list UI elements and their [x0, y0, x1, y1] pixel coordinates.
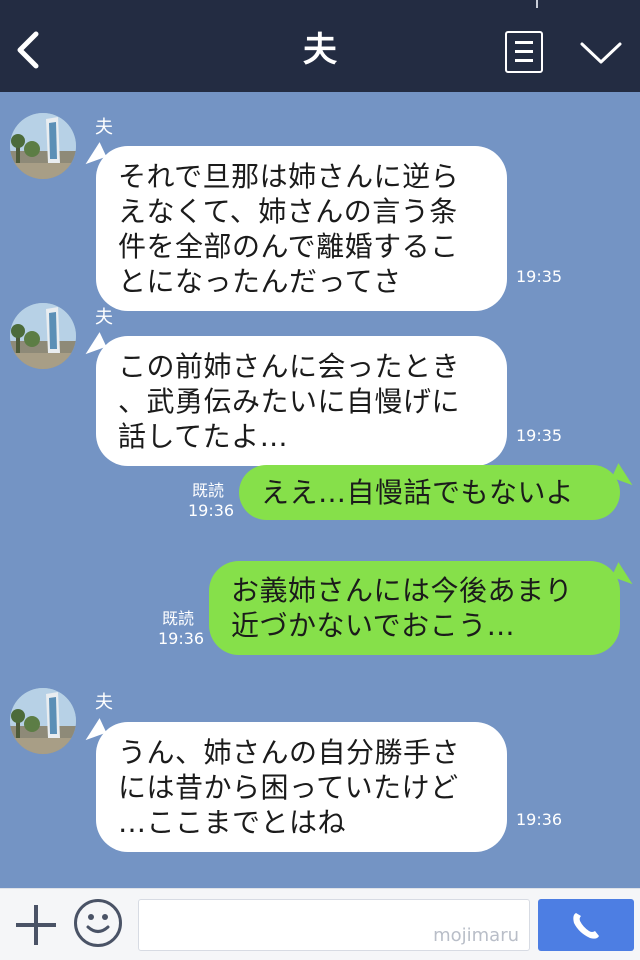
message-bubble-outgoing[interactable]: お義姉さんには今後あまり 近づかないでおこう… [209, 561, 620, 655]
message-time: 19:36 [188, 501, 235, 520]
status-bar-fragment [536, 0, 538, 8]
message-text-line: お義姉さんには今後あまり [231, 574, 574, 607]
phone-icon [573, 913, 599, 939]
call-button[interactable] [538, 899, 634, 951]
message-bubble-incoming[interactable]: この前姉さんに会ったとき 、武勇伝みたいに自慢げに 話してたよ… [96, 336, 507, 466]
message-text-line: えなくて、姉さんの言う条 [118, 195, 458, 228]
message-text-line: とになったんだってさ [118, 265, 402, 298]
message-time: 19:36 [516, 810, 563, 829]
message-text-line: 近づかないでおこう… [231, 609, 516, 642]
message-input[interactable]: mojimaru [138, 899, 530, 951]
avatar[interactable] [10, 113, 76, 179]
message-text-line: 件を全部のんで離婚するこ [118, 230, 459, 263]
message-time: 19:36 [158, 629, 205, 648]
emoji-icon [86, 914, 110, 933]
message-text-line: …ここまでとはね [118, 806, 347, 839]
message-bubble-incoming[interactable]: それで旦那は姉さんに逆ら えなくて、姉さんの言う条 件を全部のんで離婚するこ と… [96, 146, 507, 311]
message-bubble-incoming[interactable]: うん、姉さんの自分勝手さ には昔から困っていたけど …ここまでとはね [96, 722, 507, 852]
read-receipt: 既読 19:36 [158, 609, 205, 649]
avatar[interactable] [10, 303, 76, 369]
sender-name: 夫 [95, 692, 113, 713]
read-label: 既読 [191, 481, 224, 500]
message-bubble-outgoing[interactable]: ええ…自慢話でもないよ [239, 465, 620, 520]
message-text-line: それで旦那は姉さんに逆ら [118, 160, 460, 193]
message-text-line: には昔から困っていたけど [118, 771, 459, 804]
message-text-line: ええ…自慢話でもないよ [261, 476, 574, 509]
message-time: 19:35 [516, 426, 563, 445]
back-icon [17, 31, 39, 69]
menu-toggle-button[interactable] [578, 36, 624, 70]
read-label: 既読 [161, 609, 194, 628]
add-attachment-button[interactable] [14, 903, 58, 947]
sender-name: 夫 [95, 307, 113, 328]
chat-header: 夫 [0, 0, 640, 92]
chat-title: 夫 [303, 30, 337, 70]
message-text-line: 話してたよ… [118, 420, 289, 453]
chevron-down-icon [580, 42, 622, 64]
avatar[interactable] [10, 688, 76, 754]
message-time: 19:35 [516, 267, 563, 286]
sender-name: 夫 [95, 117, 113, 138]
watermark: mojimaru [433, 925, 519, 946]
message-text-line: うん、姉さんの自分勝手さ [118, 736, 461, 769]
read-receipt: 既読 19:36 [188, 481, 235, 521]
emoji-button[interactable] [74, 899, 122, 947]
message-text-line: この前姉さんに会ったとき [118, 350, 461, 383]
memo-button[interactable] [505, 31, 543, 73]
message-text-line: 、武勇伝みたいに自慢げに [118, 385, 461, 418]
back-button[interactable] [10, 28, 50, 72]
message-input-bar: mojimaru [0, 888, 640, 960]
